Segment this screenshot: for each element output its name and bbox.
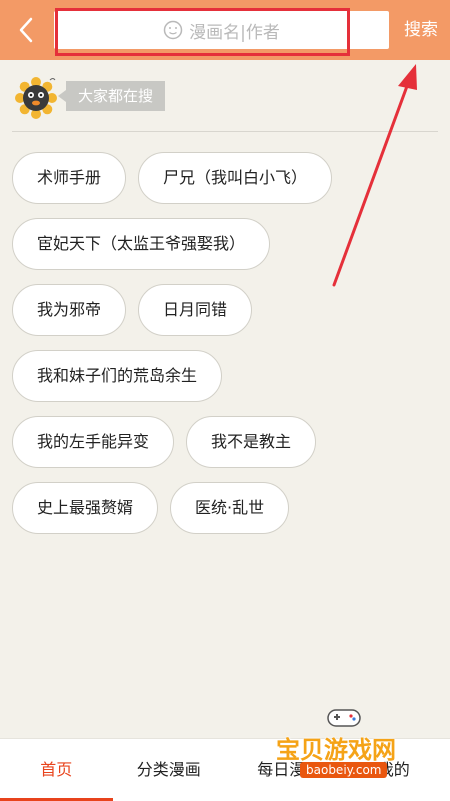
hot-search-tags: 术师手册 尸兄（我叫白小飞） 宦妃天下（太监王爷强娶我） 我为邪帝 日月同错 我… <box>12 152 442 548</box>
divider <box>12 131 438 132</box>
search-button[interactable]: 搜索 <box>395 16 447 44</box>
search-tag[interactable]: 术师手册 <box>12 152 126 204</box>
chevron-left-icon <box>16 16 36 44</box>
popular-searches-label: 大家都在搜 <box>66 81 165 111</box>
search-tag[interactable]: 尸兄（我叫白小飞） <box>138 152 332 204</box>
top-bar: 漫画名|作者 搜索 <box>0 0 450 60</box>
search-tag[interactable]: 日月同错 <box>138 284 252 336</box>
sunflower-mascot-icon <box>12 74 60 122</box>
gamepad-icon <box>324 702 364 732</box>
search-tag[interactable]: 我和妹子们的荒岛余生 <box>12 350 222 402</box>
tag-row: 我和妹子们的荒岛余生 <box>12 350 442 402</box>
search-tag[interactable]: 史上最强赘婿 <box>12 482 158 534</box>
tag-row: 史上最强赘婿 医统·乱世 <box>12 482 442 534</box>
search-tag[interactable]: 宦妃天下（太监王爷强娶我） <box>12 218 270 270</box>
search-tag[interactable]: 医统·乱世 <box>170 482 289 534</box>
popular-searches-header: 大家都在搜 <box>12 74 165 122</box>
search-input[interactable]: 漫画名|作者 <box>54 11 389 49</box>
nav-item-daily[interactable]: 每日漫 <box>225 739 338 801</box>
tag-row: 术师手册 尸兄（我叫白小飞） <box>12 152 442 204</box>
tag-row: 我为邪帝 日月同错 <box>12 284 442 336</box>
search-tag[interactable]: 我不是教主 <box>186 416 316 468</box>
nav-item-mine[interactable]: 我的 <box>338 739 450 801</box>
search-tag[interactable]: 我为邪帝 <box>12 284 126 336</box>
nav-item-categories[interactable]: 分类漫画 <box>113 739 226 801</box>
search-placeholder: 漫画名|作者 <box>189 18 280 43</box>
mascot-avatar <box>12 74 60 122</box>
tag-row: 宦妃天下（太监王爷强娶我） <box>12 218 442 270</box>
back-button[interactable] <box>8 12 44 48</box>
tag-row: 我的左手能异变 我不是教主 <box>12 416 442 468</box>
bottom-navigation: 首页 分类漫画 每日漫 我的 <box>0 738 450 801</box>
smiley-face-icon <box>163 20 183 40</box>
nav-item-home[interactable]: 首页 <box>0 739 113 801</box>
search-tag[interactable]: 我的左手能异变 <box>12 416 174 468</box>
